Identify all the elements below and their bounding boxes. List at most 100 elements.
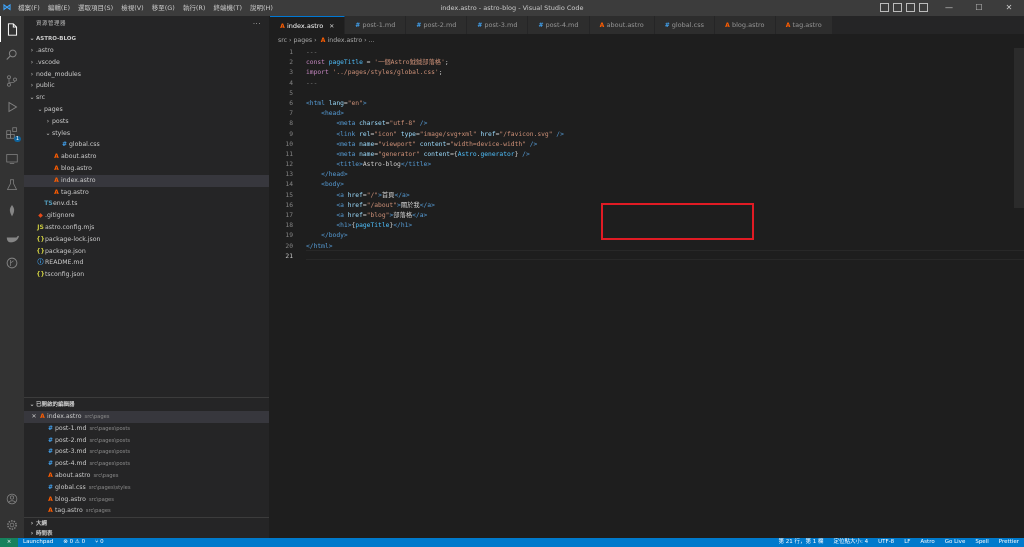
menu-item[interactable]: 檔案(F) [14,0,44,16]
breadcrumb-item[interactable]: src [278,37,287,44]
tree-item-label: package-lock.json [45,235,101,243]
indentation[interactable]: 定位點大小: 4 [829,538,874,547]
open-editor-item[interactable]: Aabout.astro src\pages [24,470,269,482]
tab-post-1-md[interactable]: # post-1.md [345,16,407,34]
end-of-line[interactable]: LF [899,538,915,547]
menu-item[interactable]: 終端機(T) [209,0,246,16]
code-token: <meta [336,140,360,148]
chevron-right-icon: › [30,58,34,66]
tree-item[interactable]: › posts [24,116,269,128]
open-editor-item[interactable]: # post-2.md src\pages\posts [24,435,269,447]
tab-post-4-md[interactable]: # post-4.md [528,16,590,34]
timeline-icon[interactable] [0,250,24,276]
manage-gear-icon[interactable] [0,512,24,538]
code-line: 11 <meta name="generator" content={Astro… [270,150,1024,160]
code-line: 10 <meta name="viewport" content="width=… [270,140,1024,150]
go-live-button[interactable]: Go Live [940,538,971,547]
ports-indicator[interactable]: ⑂ 0 [90,538,109,547]
tab-blog-astro[interactable]: Ablog.astro [715,16,776,34]
remote-indicator-icon[interactable]: ⨯ [0,538,18,547]
menu-item[interactable]: 執行(R) [179,0,210,16]
tab-tag-astro[interactable]: Atag.astro [775,16,833,34]
menu-item[interactable]: 編輯(E) [44,0,74,16]
tree-item[interactable]: {}package.json [24,246,269,258]
tree-item[interactable]: # global.css [24,139,269,151]
open-editor-item[interactable]: # global.css src\pages\styles [24,482,269,494]
remote-explorer-icon[interactable] [0,146,24,172]
customize-layout-icon[interactable] [919,3,928,12]
breadcrumb-item[interactable]: index.astro [328,37,363,44]
tree-item-label: README.md [45,259,84,267]
tab-post-2-md[interactable]: # post-2.md [406,16,468,34]
tree-item[interactable]: ◆ .gitignore [24,210,269,222]
tree-item[interactable]: TSenv.d.ts [24,198,269,210]
json-file-icon: {} [36,235,45,243]
cursor-position[interactable]: 第 21 行，第 1 欄 [774,538,829,547]
tree-item[interactable]: Ablog.astro [24,163,269,175]
docker-icon[interactable] [0,224,24,250]
tree-item[interactable]: ⌄src [24,92,269,104]
menu-item[interactable]: 說明(H) [246,0,277,16]
tree-item[interactable]: Aabout.astro [24,151,269,163]
prettier-status[interactable]: Prettier [994,538,1024,547]
tree-item[interactable]: › .astro [24,45,269,57]
open-editor-item[interactable]: # post-4.md src\pages\posts [24,458,269,470]
close-tab-icon[interactable]: ✕ [329,23,334,30]
launchpad-item[interactable]: Launchpad [18,538,58,547]
open-editor-item[interactable]: # post-3.md src\pages\posts [24,446,269,458]
mongodb-icon[interactable] [0,198,24,224]
close-button[interactable]: ✕ [994,0,1024,16]
open-editor-item[interactable]: # post-1.md src\pages\posts [24,423,269,435]
toggle-sidebar-icon[interactable] [880,3,889,12]
extensions-icon[interactable]: 1 [0,120,24,146]
spell-check[interactable]: Spell [970,538,993,547]
tree-item[interactable]: Aindex.astro [24,174,269,187]
tree-item[interactable]: ⓘ README.md [24,257,269,269]
accounts-icon[interactable] [0,486,24,512]
tree-item[interactable]: Atag.astro [24,187,269,199]
workspace-root-header[interactable]: ⌄ASTRO-BLOG [24,33,269,45]
tree-item[interactable]: › public [24,80,269,92]
problems-indicator[interactable]: ⊗ 0 ⚠ 0 [58,538,90,547]
tree-item[interactable]: JSastro.config.mjs [24,222,269,234]
tree-item[interactable]: › .vscode [24,57,269,69]
menu-item[interactable]: 選取項目(S) [74,0,117,16]
open-editors-section: ⌄已開啟的編輯器 ✕ Aindex.astro src\pages # post-1.m… [24,399,269,517]
tab-global-css[interactable]: # global.css [654,16,715,34]
sidebar-title-label: 資源管理器 [36,21,67,27]
menu-item[interactable]: 檢視(V) [117,0,148,16]
tree-item[interactable]: › node_modules [24,69,269,81]
breadcrumb-item[interactable]: ... [369,37,375,44]
tab-about-astro[interactable]: Aabout.astro [589,16,655,34]
run-debug-icon[interactable] [0,94,24,120]
encoding[interactable]: UTF-8 [873,538,899,547]
tree-item[interactable]: {}tsconfig.json [24,269,269,281]
menu-item[interactable]: 移至(G) [148,0,179,16]
minimize-button[interactable]: — [934,0,964,16]
breadcrumb-item[interactable]: pages [293,37,312,44]
more-actions-icon[interactable]: ··· [253,16,261,33]
tab-index-astro[interactable]: Aindex.astro ✕ [270,16,346,34]
search-icon[interactable] [0,42,24,68]
tree-item[interactable]: {}package-lock.json [24,234,269,246]
tab-post-3-md[interactable]: # post-3.md [467,16,529,34]
testing-icon[interactable] [0,172,24,198]
open-editor-item[interactable]: Ablog.astro src\pages [24,494,269,506]
toggle-secondary-sidebar-icon[interactable] [906,3,915,12]
astro-file-icon: A [54,153,59,161]
open-editor-item[interactable]: Atag.astro src\pages [24,505,269,517]
maximize-button[interactable]: ☐ [964,0,994,16]
tree-item[interactable]: ⌄pages [24,104,269,116]
close-editor-icon[interactable]: ✕ [30,411,38,423]
language-mode[interactable]: Astro [915,538,939,547]
toggle-panel-icon[interactable] [893,3,902,12]
open-editors-header[interactable]: ⌄已開啟的編輯器 [24,399,269,411]
open-editor-item[interactable]: ✕ Aindex.astro src\pages [24,411,269,423]
explorer-icon[interactable] [0,16,24,42]
tree-item[interactable]: ⌄styles [24,128,269,140]
source-control-icon[interactable] [0,68,24,94]
editor-scrollbar[interactable] [1014,48,1024,208]
